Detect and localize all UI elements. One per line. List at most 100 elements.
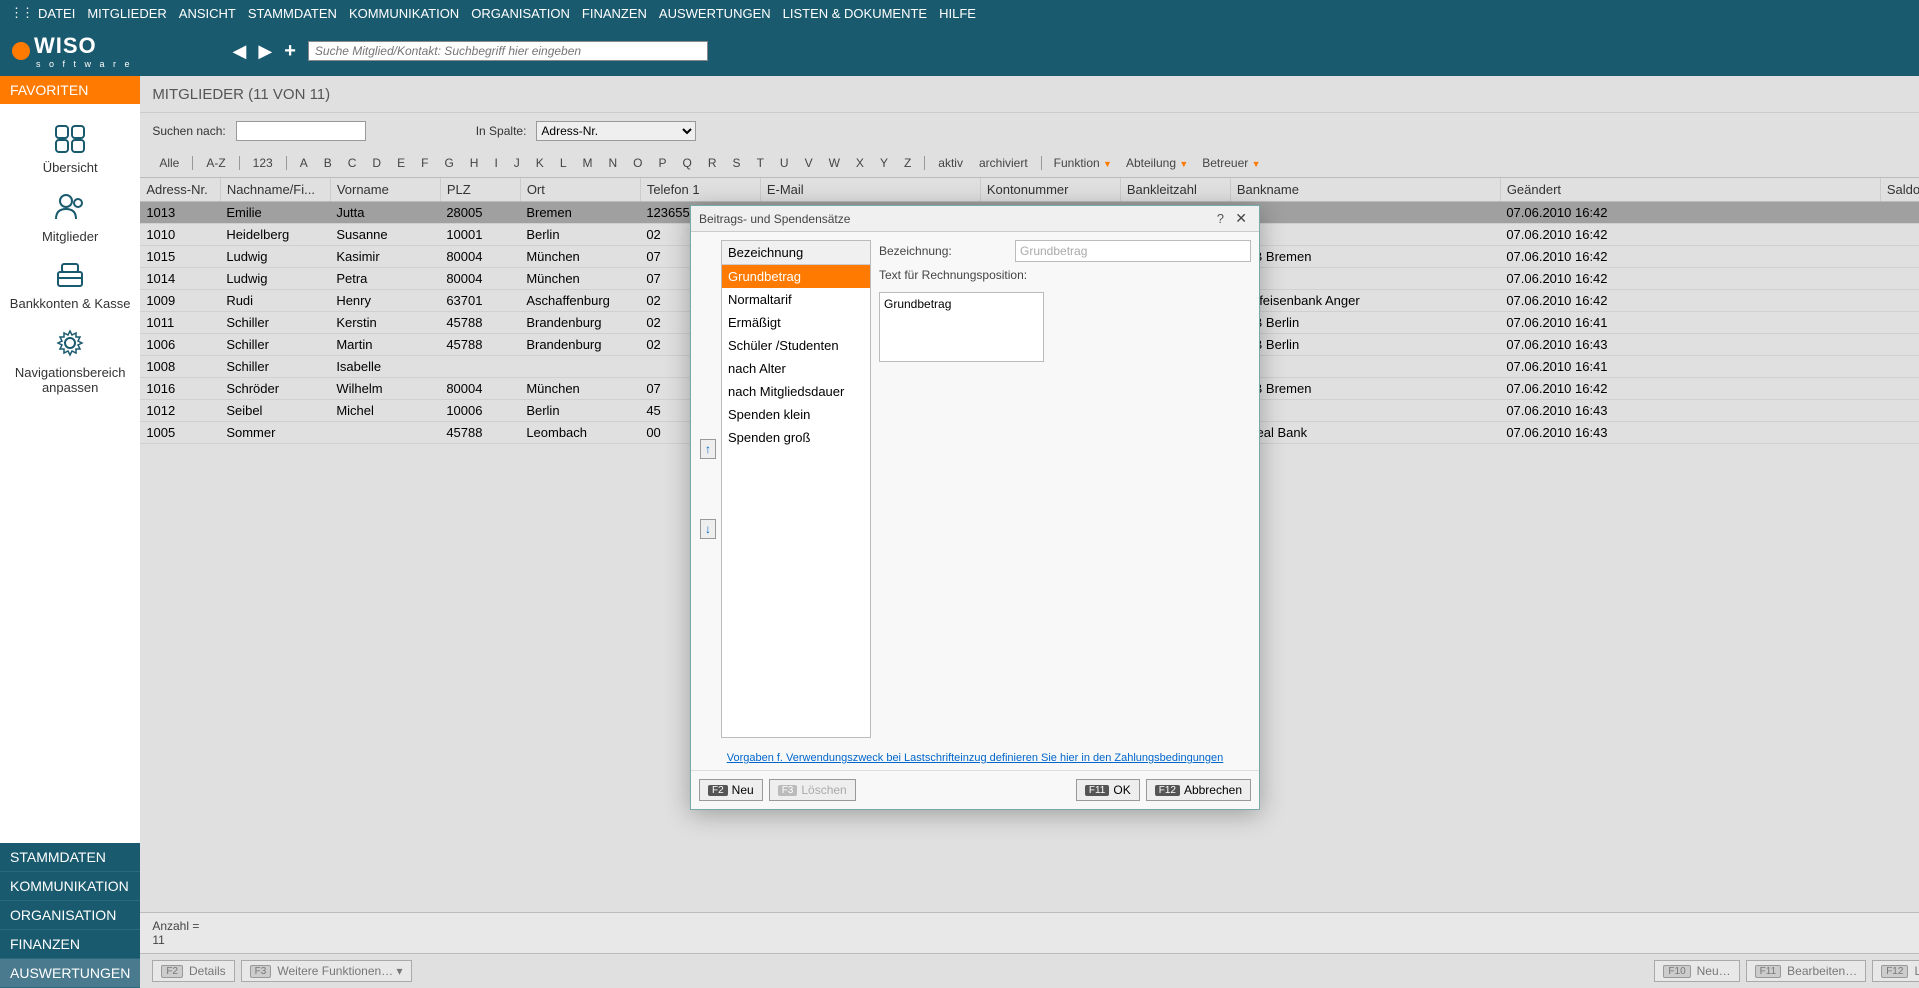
col-header[interactable]: Ort [520,178,640,202]
filter-aktiv[interactable]: aktiv [931,153,970,173]
cell: 63701 [440,290,520,312]
col-header[interactable]: Telefon 1 [640,178,760,202]
menu-item-finanzen[interactable]: FINANZEN [582,6,647,21]
menu-item-listen-dokumente[interactable]: LISTEN & DOKUMENTE [783,6,927,21]
col-header[interactable]: Bankname [1230,178,1500,202]
dialog-list-item[interactable]: Normaltarif [722,288,870,311]
menu-item-stammdaten[interactable]: STAMMDATEN [248,6,337,21]
sidebar-item-navigationsbereich-anpassen[interactable]: Navigationsbereich anpassen [0,319,140,403]
alpha-filter-q[interactable]: Q [676,153,699,173]
cell: Michel [330,400,440,422]
bezeichnung-input[interactable] [1015,240,1251,262]
alpha-filter-f[interactable]: F [414,153,435,173]
close-icon[interactable]: ✕ [1231,210,1251,226]
dropdown-betreuer[interactable]: Betreuer ▼ [1196,154,1266,172]
global-search-input[interactable] [308,41,708,61]
alpha-filter-t[interactable]: T [750,153,771,173]
search-label: Suchen nach: [152,124,225,138]
sidebar-section-organisation[interactable]: ORGANISATION [0,901,140,930]
dialog-ok-button[interactable]: F11OK [1076,779,1140,801]
sidebar-item-mitglieder[interactable]: Mitglieder [0,183,140,252]
alpha-filter-k[interactable]: K [529,153,551,173]
col-header[interactable]: E-Mail [760,178,980,202]
footer-btn-neu-[interactable]: F10Neu… [1654,960,1739,982]
alpha-filter-e[interactable]: E [390,153,412,173]
dialog-neu-button[interactable]: F2Neu [699,779,763,801]
col-header[interactable]: Adress-Nr. [140,178,220,202]
sidebar-item-bankkonten-kasse[interactable]: Bankkonten & Kasse [0,252,140,319]
alpha-filter-y[interactable]: Y [873,153,895,173]
alpha-filter-h[interactable]: H [463,153,486,173]
alpha-filter-u[interactable]: U [773,153,796,173]
sidebar-section-finanzen[interactable]: FINANZEN [0,930,140,959]
add-icon[interactable]: + [284,40,296,63]
filter-archiviert[interactable]: archiviert [972,153,1035,173]
dialog-list-item[interactable]: nach Mitgliedsdauer [722,380,870,403]
column-select[interactable]: Adress-Nr. [536,121,696,141]
alpha-filter-p[interactable]: P [652,153,674,173]
menu-item-auswertungen[interactable]: AUSWERTUNGEN [659,6,771,21]
alpha-filter-g[interactable]: G [437,153,460,173]
alpha-filter-c[interactable]: C [341,153,364,173]
footer-btn-details[interactable]: F2Details [152,960,234,982]
alpha-filter-x[interactable]: X [849,153,871,173]
menu-item-hilfe[interactable]: HILFE [939,6,976,21]
dialog-list-item[interactable]: Ermäßigt [722,311,870,334]
alpha-filter-w[interactable]: W [822,153,847,173]
sidebar-section-auswertungen[interactable]: AUSWERTUNGEN [0,959,140,988]
menu-item-kommunikation[interactable]: KOMMUNIKATION [349,6,459,21]
col-header[interactable]: PLZ [440,178,520,202]
sidebar-item--bersicht[interactable]: Übersicht [0,116,140,183]
dialog-list-item[interactable]: Spenden klein [722,403,870,426]
forward-arrow-icon[interactable]: ▶ [258,41,272,62]
dialog-list-item[interactable]: Spenden groß [722,426,870,449]
dropdown-funktion[interactable]: Funktion ▼ [1048,154,1118,172]
sidebar-section-stammdaten[interactable]: STAMMDATEN [0,843,140,872]
cell: Leombach [520,422,640,444]
sidebar-section-kommunikation[interactable]: KOMMUNIKATION [0,872,140,901]
cell: Susanne [330,224,440,246]
back-arrow-icon[interactable]: ◀ [233,41,247,62]
footer-btn-l-schen[interactable]: F12Löschen [1872,960,1919,982]
alpha-filter-b[interactable]: B [317,153,339,173]
alpha-filter-v[interactable]: V [798,153,820,173]
dialog-loeschen-button[interactable]: F3Löschen [769,779,856,801]
alpha-filter-i[interactable]: I [487,153,504,173]
alpha-filter-a-z[interactable]: A-Z [199,153,232,173]
menu-item-organisation[interactable]: ORGANISATION [471,6,570,21]
alpha-filter-m[interactable]: M [576,153,600,173]
search-input[interactable] [236,121,366,141]
footer-btn-weitere-funktionen-[interactable]: F3Weitere Funktionen… ▾ [241,960,412,982]
dialog-abbrechen-button[interactable]: F12Abbrechen [1146,779,1251,801]
alpha-filter-r[interactable]: R [701,153,724,173]
menu-item-mitglieder[interactable]: MITGLIEDER [87,6,166,21]
footer-btn-bearbeiten-[interactable]: F11Bearbeiten… [1746,960,1867,982]
dropdown-abteilung[interactable]: Abteilung ▼ [1120,154,1194,172]
help-icon[interactable]: ? [1213,211,1228,226]
alpha-filter-d[interactable]: D [365,153,388,173]
alpha-filter-123[interactable]: 123 [246,153,280,173]
alpha-filter-z[interactable]: Z [897,153,918,173]
menu-item-datei[interactable]: DATEI [38,6,75,21]
dialog-list-item[interactable]: Schüler /Studenten [722,334,870,357]
col-header[interactable]: Geändert [1500,178,1880,202]
alpha-filter-j[interactable]: J [507,153,527,173]
dialog-list-item[interactable]: nach Alter [722,357,870,380]
alpha-filter-o[interactable]: O [626,153,649,173]
rechnungstext-input[interactable] [879,292,1044,362]
dialog-list-item[interactable]: Grundbetrag [722,265,870,288]
col-header[interactable]: Bankleitzahl [1120,178,1230,202]
alpha-filter-a[interactable]: A [293,153,315,173]
zahlungsbedingungen-link[interactable]: Vorgaben f. Verwendungszweck bei Lastsch… [727,752,1224,764]
alpha-filter-l[interactable]: L [553,153,574,173]
alpha-filter-s[interactable]: S [726,153,748,173]
alpha-filter-alle[interactable]: Alle [152,153,186,173]
col-header[interactable]: Saldo [1880,178,1919,202]
col-header[interactable]: Vorname [330,178,440,202]
menu-item-ansicht[interactable]: ANSICHT [179,6,236,21]
col-header[interactable]: Nachname/Fi... [220,178,330,202]
move-up-button[interactable]: ↑ [700,439,716,459]
col-header[interactable]: Kontonummer [980,178,1120,202]
move-down-button[interactable]: ↓ [700,519,716,539]
alpha-filter-n[interactable]: N [602,153,625,173]
